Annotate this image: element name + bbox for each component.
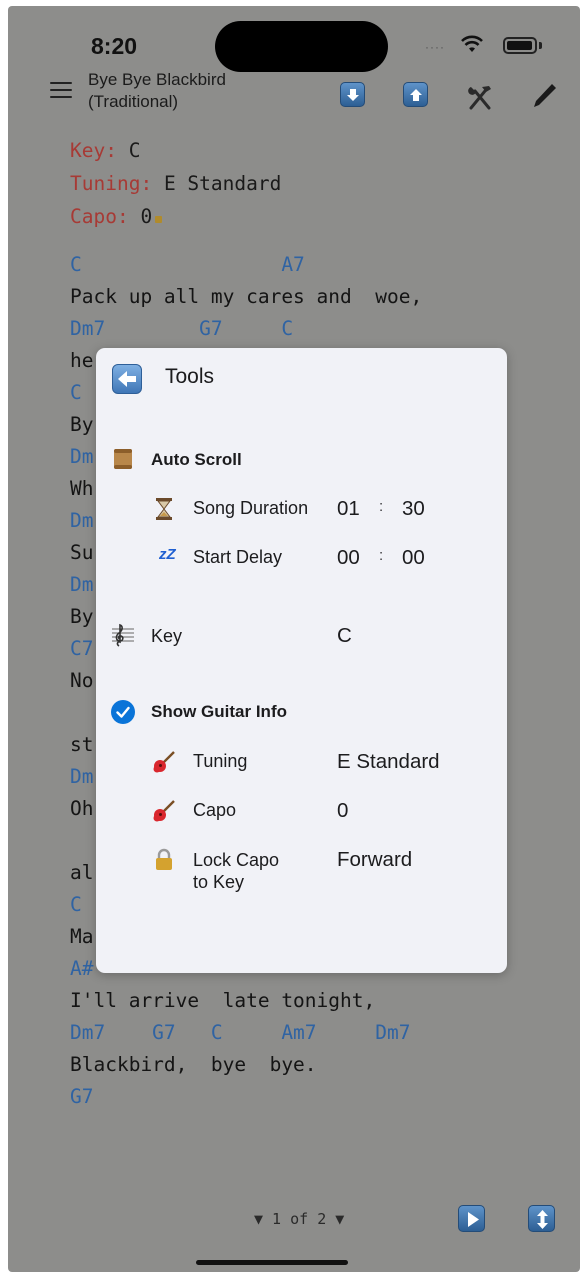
chord-line: A# [70,957,94,980]
key-value: C [128,139,141,162]
menu-icon[interactable] [50,82,72,100]
lock-capo-value[interactable]: Forward [337,848,412,872]
download-button[interactable] [340,82,365,107]
song-title: Bye Bye Blackbird (Traditional) [88,69,226,113]
lyric-line: By [70,413,94,436]
key-setting-label: Key [151,626,183,646]
chord-line: Dm7 G7 C Am7 Dm7 [70,1021,411,1044]
upload-button[interactable] [403,82,428,107]
auto-scroll-label: Auto Scroll [151,450,242,469]
start-delay-label: Start Delay [193,547,283,567]
guitar-icon [153,751,175,773]
key-line: Key: C [70,134,281,167]
wifi-icon [461,35,483,52]
lyric-line: st [70,733,94,756]
page-indicator[interactable]: ▼ 1 of 2 ▼ [254,1210,344,1228]
checkmark-circle-icon[interactable] [111,700,135,724]
scroll-icon [114,449,132,469]
capo-setting-label: Capo [193,800,237,820]
back-button[interactable] [112,364,142,394]
capo-label: Capo: [70,205,129,228]
start-delay-seconds[interactable]: 00 [402,546,425,570]
lyric-line: Su [70,541,94,564]
tuning-value: E Standard [163,172,282,195]
arrow-down-icon [347,89,359,101]
padlock-icon [156,848,172,870]
hourglass-icon [156,498,172,520]
song-sheet: Key: C Tuning: E Standard Capo: 0 C A7 Pa… [70,134,422,1108]
chord-line: C7 [70,637,94,660]
lyric-line: No [70,669,94,692]
song-duration-seconds[interactable]: 30 [402,497,425,521]
song-duration-label: Song Duration [193,498,309,518]
dynamic-island [215,21,388,72]
play-button[interactable] [458,1205,485,1232]
key-setting-value[interactable]: C [337,624,352,648]
show-guitar-info-label[interactable]: Show Guitar Info [151,702,287,722]
scroll-toggle-button[interactable] [528,1205,555,1232]
chord-line: Dm7 G7 C [70,317,294,340]
chord-line: Dm [70,445,94,468]
edit-pencil-icon[interactable] [530,80,560,110]
arrow-left-icon [118,371,136,387]
chord-line: G7 [70,1085,94,1108]
chord-line: C A7 [70,253,305,276]
chord-line: Dm [70,573,94,596]
status-time: 8:20 [91,33,138,59]
capo-value: 0 [140,205,153,228]
lock-icon [155,216,163,223]
lock-capo-label: Lock Capo to Key [193,849,279,893]
home-indicator [196,1260,348,1265]
battery-tip [539,42,542,49]
lock-capo-label-line1: Lock Capo [193,850,280,870]
lyric-line: Pack up all my cares and woe, [70,285,423,308]
up-down-arrow-icon [537,1210,548,1229]
lyric-line: Oh [70,797,94,820]
lock-capo-label-line2: to Key [193,872,245,892]
lyric-line: Ma [70,925,94,948]
delay-separator: : [379,547,384,564]
chord-line: C [70,893,82,916]
panel-title: Tools [165,365,215,388]
duration-separator: : [379,498,384,515]
chord-line: Dm [70,509,94,532]
chord-line: Dm [70,765,94,788]
lyric-line: he [70,349,94,372]
tools-icon[interactable] [465,82,495,112]
lyric-line: al [70,861,94,884]
key-label: Key: [70,139,117,162]
song-title-line1: Bye Bye Blackbird [88,70,226,89]
tuning-setting-label: Tuning [193,751,248,771]
play-icon [468,1212,479,1227]
arrow-up-icon [410,89,422,101]
treble-clef-icon [112,623,134,647]
capo-line: Capo: 0 [70,200,281,233]
guitar-icon [153,800,175,822]
cellular-signal-icon: ···· [425,40,445,54]
tuning-line: Tuning: E Standard [70,167,281,200]
lyric-line: Wh [70,477,94,500]
lyric-line: Blackbird, bye bye. [70,1053,317,1076]
chord-line: C [70,381,82,404]
tools-panel: Tools Auto Scroll Song Duration 01 : 30 … [96,348,507,973]
song-title-line2: (Traditional) [88,92,179,111]
start-delay-minutes[interactable]: 00 [337,546,360,570]
song-duration-minutes[interactable]: 01 [337,497,360,521]
tuning-setting-value[interactable]: E Standard [337,750,440,774]
lyric-line: I'll arrive late tonight, [70,989,376,1012]
capo-setting-value[interactable]: 0 [337,799,348,823]
sleep-zz-icon: zZ [159,546,176,563]
app-screen: 8:20 ···· Bye Bye Blackbird (Traditional… [8,6,580,1272]
lyric-line: By [70,605,94,628]
tuning-label: Tuning: [70,172,153,195]
battery-icon [503,37,537,54]
